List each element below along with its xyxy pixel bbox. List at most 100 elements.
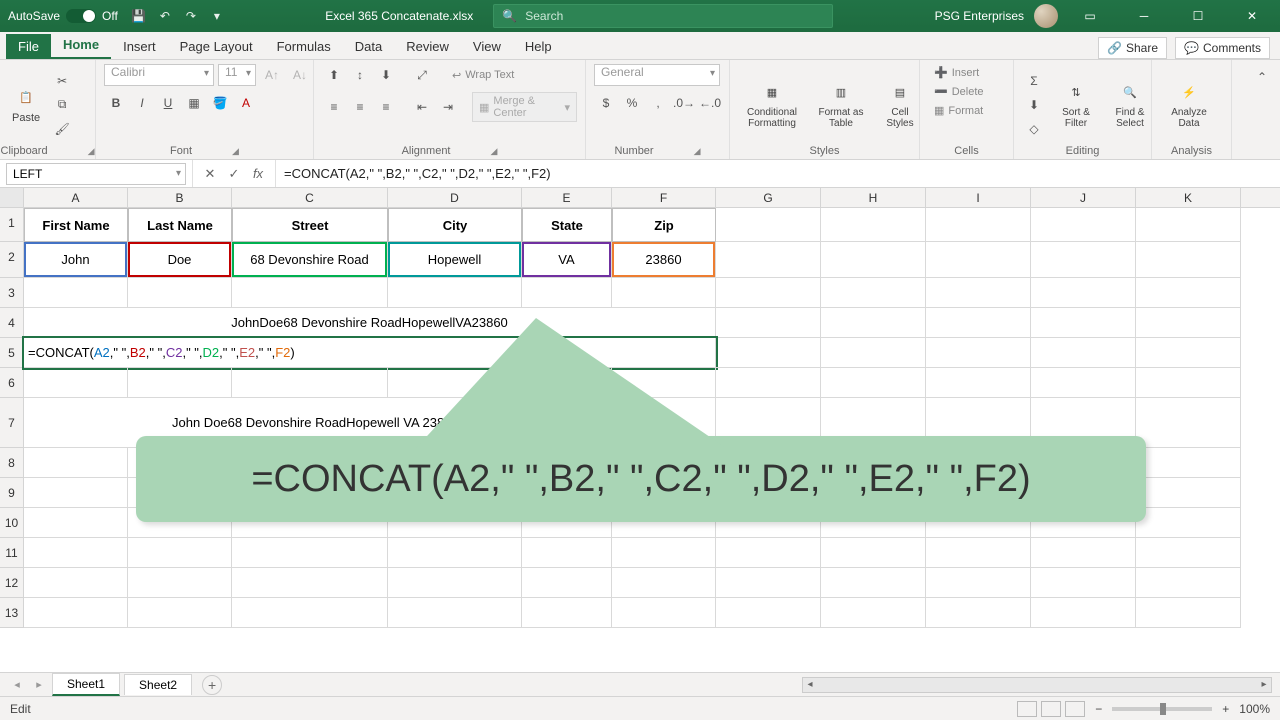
cut-icon[interactable]: ✂ xyxy=(50,70,74,92)
cell[interactable] xyxy=(612,598,716,628)
cell[interactable] xyxy=(1031,368,1136,398)
cell[interactable]: Hopewell xyxy=(388,242,522,278)
row-header[interactable]: 10 xyxy=(0,508,24,538)
alignment-launcher-icon[interactable]: ◢ xyxy=(491,146,498,157)
align-left-icon[interactable]: ≡ xyxy=(322,96,346,118)
sheet-tab[interactable]: Sheet1 xyxy=(52,673,120,696)
cell[interactable]: Doe xyxy=(128,242,232,278)
align-right-icon[interactable]: ≡ xyxy=(374,96,398,118)
cell[interactable] xyxy=(1136,478,1241,508)
col-header[interactable]: J xyxy=(1031,188,1136,207)
cell[interactable] xyxy=(612,568,716,598)
copy-icon[interactable]: ⧉ xyxy=(50,94,74,116)
cell[interactable] xyxy=(821,242,926,278)
cell[interactable] xyxy=(388,598,522,628)
sort-filter-button[interactable]: ⇅Sort & Filter xyxy=(1052,79,1100,131)
wrap-text-button[interactable]: ↩Wrap Text xyxy=(446,67,520,84)
shrink-font-icon[interactable]: A↓ xyxy=(288,64,312,86)
row-header[interactable]: 12 xyxy=(0,568,24,598)
cell[interactable] xyxy=(926,368,1031,398)
cell[interactable] xyxy=(1031,308,1136,338)
increase-indent-icon[interactable]: ⇥ xyxy=(436,96,460,118)
cell[interactable] xyxy=(1136,538,1241,568)
sheet-nav-next-icon[interactable]: ▸ xyxy=(30,678,48,691)
font-color-icon[interactable]: A xyxy=(234,92,258,114)
tab-formulas[interactable]: Formulas xyxy=(265,34,343,59)
cell[interactable]: John xyxy=(24,242,128,278)
number-launcher-icon[interactable]: ◢ xyxy=(694,146,701,157)
cell[interactable] xyxy=(128,368,232,398)
cell[interactable] xyxy=(1136,398,1241,448)
font-launcher-icon[interactable]: ◢ xyxy=(232,146,239,157)
fill-icon[interactable]: ⬇ xyxy=(1022,94,1046,116)
cell[interactable] xyxy=(821,598,926,628)
font-size-combo[interactable]: 11 xyxy=(218,64,256,86)
row-header[interactable]: 4 xyxy=(0,308,24,338)
accounting-icon[interactable]: $ xyxy=(594,92,618,114)
italic-button[interactable]: I xyxy=(130,92,154,114)
cell[interactable] xyxy=(821,278,926,308)
cell[interactable] xyxy=(522,278,612,308)
cell[interactable] xyxy=(1136,308,1241,338)
cell[interactable] xyxy=(926,308,1031,338)
row-header[interactable]: 1 xyxy=(0,208,24,242)
delete-cells-button[interactable]: ➖Delete xyxy=(928,83,990,100)
zoom-out-icon[interactable]: − xyxy=(1095,702,1102,716)
cell[interactable] xyxy=(716,538,821,568)
horizontal-scrollbar[interactable] xyxy=(802,677,1272,693)
save-icon[interactable]: 💾 xyxy=(126,3,152,29)
clear-icon[interactable]: ◇ xyxy=(1022,118,1046,140)
cell[interactable] xyxy=(1031,208,1136,242)
cell[interactable] xyxy=(522,538,612,568)
bold-button[interactable]: B xyxy=(104,92,128,114)
col-header[interactable]: K xyxy=(1136,188,1241,207)
cell[interactable] xyxy=(926,598,1031,628)
cell[interactable] xyxy=(128,538,232,568)
cell[interactable] xyxy=(1136,338,1241,368)
cell[interactable] xyxy=(1136,368,1241,398)
cell[interactable] xyxy=(522,598,612,628)
cell[interactable]: Zip xyxy=(612,208,716,242)
cell[interactable] xyxy=(612,278,716,308)
cell[interactable] xyxy=(1136,568,1241,598)
align-top-icon[interactable]: ⬆ xyxy=(322,64,346,86)
col-header[interactable]: E xyxy=(522,188,612,207)
cell[interactable] xyxy=(388,538,522,568)
tab-page-layout[interactable]: Page Layout xyxy=(168,34,265,59)
cell[interactable] xyxy=(232,368,388,398)
redo-icon[interactable]: ↷ xyxy=(178,3,204,29)
fill-color-icon[interactable]: 🪣 xyxy=(208,92,232,114)
cell[interactable] xyxy=(821,538,926,568)
cell[interactable] xyxy=(926,338,1031,368)
cell[interactable] xyxy=(1136,242,1241,278)
col-header[interactable]: F xyxy=(612,188,716,207)
tab-data[interactable]: Data xyxy=(343,34,394,59)
enter-formula-icon[interactable]: ✓ xyxy=(223,164,245,184)
tab-view[interactable]: View xyxy=(461,34,513,59)
col-header[interactable]: C xyxy=(232,188,388,207)
autosave-toggle[interactable]: AutoSave Off xyxy=(0,9,126,23)
maximize-icon[interactable]: ☐ xyxy=(1176,0,1220,32)
cell[interactable] xyxy=(1136,508,1241,538)
cell[interactable] xyxy=(24,568,128,598)
conditional-formatting-button[interactable]: ▦Conditional Formatting xyxy=(738,79,806,131)
cell[interactable] xyxy=(522,568,612,598)
cell[interactable] xyxy=(926,568,1031,598)
cell[interactable] xyxy=(1031,538,1136,568)
col-header[interactable]: D xyxy=(388,188,522,207)
align-center-icon[interactable]: ≡ xyxy=(348,96,372,118)
tab-home[interactable]: Home xyxy=(51,32,111,59)
fx-icon[interactable]: fx xyxy=(247,164,269,184)
comma-icon[interactable]: , xyxy=(646,92,670,114)
cell[interactable] xyxy=(232,598,388,628)
grow-font-icon[interactable]: A↑ xyxy=(260,64,284,86)
cancel-formula-icon[interactable]: ✕ xyxy=(199,164,221,184)
cell[interactable]: Last Name xyxy=(128,208,232,242)
cell[interactable] xyxy=(612,538,716,568)
toggle-switch[interactable] xyxy=(66,9,96,23)
cell[interactable] xyxy=(24,478,128,508)
merge-center-button[interactable]: ▦Merge & Center▾ xyxy=(472,92,577,122)
row-header[interactable]: 11 xyxy=(0,538,24,568)
cell[interactable]: Street xyxy=(232,208,388,242)
autosum-icon[interactable]: Σ xyxy=(1022,70,1046,92)
